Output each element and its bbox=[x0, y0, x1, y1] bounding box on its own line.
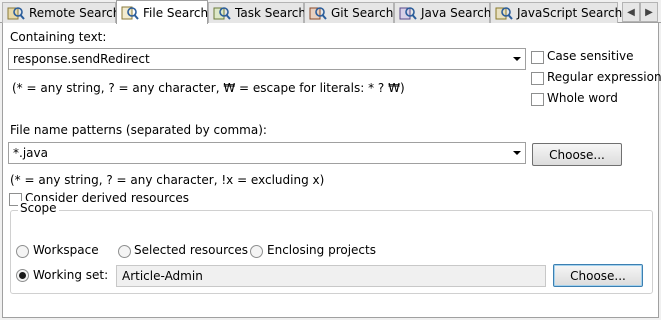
tab-label: JavaScript Search bbox=[517, 6, 623, 20]
file-search-icon bbox=[121, 6, 139, 20]
tab-label: Git Search bbox=[331, 6, 394, 20]
working-set-field[interactable]: Article-Admin bbox=[116, 265, 546, 287]
whole-word-label: Whole word bbox=[547, 91, 618, 105]
chevron-down-icon bbox=[513, 151, 521, 155]
tab-label: Task Search bbox=[235, 6, 306, 20]
search-tab-bar: Remote Search File Search Task Search Gi… bbox=[0, 0, 661, 24]
file-name-patterns-value: *.java bbox=[13, 146, 48, 160]
choose-button-label: Choose... bbox=[570, 268, 626, 283]
scope-legend: Scope bbox=[18, 201, 59, 215]
tab-git-search[interactable]: Git Search bbox=[304, 2, 394, 23]
workspace-label: Workspace bbox=[33, 243, 99, 257]
working-set-choose-button[interactable]: Choose... bbox=[553, 264, 643, 287]
whole-word-checkbox[interactable] bbox=[531, 93, 544, 106]
search-icon bbox=[7, 7, 25, 20]
working-set-label: Working set: bbox=[33, 268, 109, 282]
regular-expression-checkbox[interactable] bbox=[531, 72, 544, 85]
tab-file-search[interactable]: File Search bbox=[116, 0, 208, 24]
file-name-patterns-label: File name patterns (separated by comma): bbox=[10, 123, 267, 137]
choose-button-label: Choose... bbox=[549, 147, 605, 162]
javascript-search-icon bbox=[495, 7, 513, 20]
tab-scroll-right-button[interactable]: ▶ bbox=[640, 2, 658, 22]
selected-resources-radio[interactable] bbox=[118, 245, 131, 258]
working-set-value: Article-Admin bbox=[122, 269, 203, 283]
working-set-radio[interactable] bbox=[16, 269, 29, 282]
file-patterns-choose-button[interactable]: Choose... bbox=[532, 143, 622, 166]
tab-javascript-search[interactable]: JavaScript Search bbox=[490, 2, 622, 23]
git-search-icon bbox=[309, 7, 327, 20]
enclosing-projects-label: Enclosing projects bbox=[267, 243, 376, 257]
tab-label: File Search bbox=[143, 5, 209, 20]
containing-text-hint: (* = any string, ? = any character, ₩ = … bbox=[12, 81, 405, 95]
containing-text-label: Containing text: bbox=[10, 30, 107, 44]
containing-text-value: response.sendRedirect bbox=[13, 52, 150, 66]
tab-label: Remote Search bbox=[29, 6, 121, 20]
tab-java-search[interactable]: Java Search bbox=[394, 2, 492, 23]
selected-resources-label: Selected resources bbox=[134, 243, 248, 257]
chevron-left-icon: ◀ bbox=[627, 6, 635, 18]
file-name-patterns-combo[interactable]: *.java bbox=[8, 142, 526, 164]
case-sensitive-checkbox[interactable] bbox=[531, 51, 544, 64]
tab-label: Java Search bbox=[421, 6, 492, 20]
file-name-patterns-hint: (* = any string, ? = any character, !x =… bbox=[10, 173, 325, 187]
task-search-icon bbox=[213, 7, 231, 20]
tab-remote-search[interactable]: Remote Search bbox=[2, 2, 120, 23]
containing-text-combo[interactable]: response.sendRedirect bbox=[8, 48, 526, 70]
chevron-down-icon bbox=[513, 57, 521, 61]
enclosing-projects-radio[interactable] bbox=[250, 245, 263, 258]
regular-expression-label: Regular expression bbox=[547, 70, 661, 84]
tab-task-search[interactable]: Task Search bbox=[208, 2, 306, 23]
java-search-icon bbox=[399, 7, 417, 20]
case-sensitive-label: Case sensitive bbox=[547, 49, 634, 63]
workspace-radio[interactable] bbox=[16, 245, 29, 258]
chevron-right-icon: ▶ bbox=[645, 6, 653, 18]
tab-scroll-left-button[interactable]: ◀ bbox=[622, 2, 640, 22]
